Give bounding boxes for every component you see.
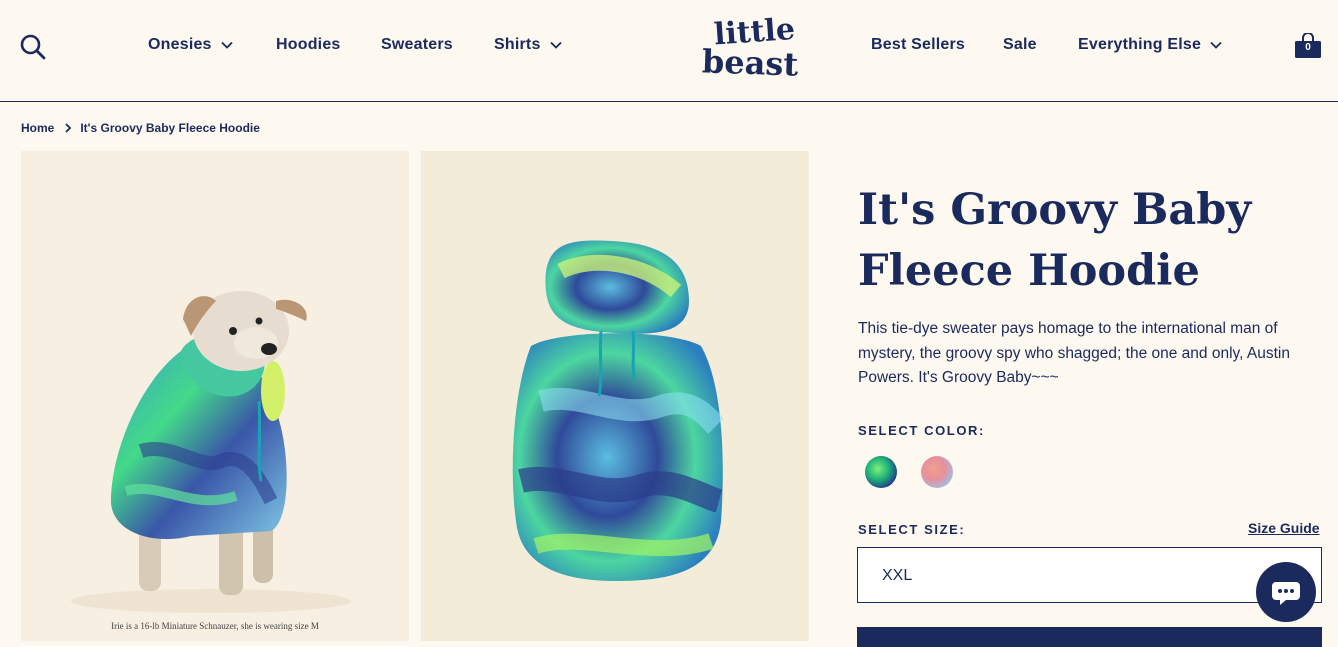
add-to-cart-button[interactable] xyxy=(857,627,1322,647)
breadcrumb-home[interactable]: Home xyxy=(21,121,54,135)
select-color-label: SELECT COLOR: xyxy=(858,423,985,438)
color-swatch-blue-green[interactable] xyxy=(865,456,897,488)
chat-button[interactable] xyxy=(1256,562,1316,622)
cart-count: 0 xyxy=(1305,42,1311,53)
chevron-down-icon xyxy=(549,41,562,49)
chevron-down-icon xyxy=(221,41,233,49)
nav-everything-else[interactable]: Everything Else xyxy=(1078,36,1222,54)
color-swatch-pink-blue[interactable] xyxy=(921,456,953,488)
product-image-hoodie[interactable] xyxy=(421,151,809,641)
nav-hoodies[interactable]: Hoodies xyxy=(276,36,341,54)
chevron-down-icon xyxy=(1210,41,1222,49)
site-header: Onesies Hoodies Sweaters Shirts little b… xyxy=(0,0,1338,102)
logo-bottom-text: beast xyxy=(701,42,799,80)
breadcrumb-current: It's Groovy Baby Fleece Hoodie xyxy=(80,121,260,135)
breadcrumb: Home It's Groovy Baby Fleece Hoodie xyxy=(21,121,260,135)
size-select[interactable]: XXL xyxy=(857,547,1322,603)
nav-onesies-label: Onesies xyxy=(148,36,212,53)
little-beast-logo[interactable]: little beast xyxy=(700,12,804,80)
nav-sweaters-label: Sweaters xyxy=(381,36,453,53)
size-guide-link[interactable]: Size Guide xyxy=(1248,520,1320,536)
product-image-dog[interactable]: Irie is a 16-lb Miniature Schnauzer, she… xyxy=(21,151,409,641)
selected-size-value: XXL xyxy=(882,567,913,584)
nav-best-sellers-label: Best Sellers xyxy=(871,36,966,53)
chat-bubble-icon xyxy=(1272,582,1300,605)
search-icon[interactable] xyxy=(20,34,46,60)
chevron-right-icon xyxy=(65,123,72,133)
hoodie-photo xyxy=(512,240,724,581)
nav-onesies[interactable]: Onesies xyxy=(148,36,233,54)
nav-best-sellers[interactable]: Best Sellers xyxy=(871,36,965,54)
nav-everything-else-label: Everything Else xyxy=(1078,36,1202,53)
nav-shirts-label: Shirts xyxy=(494,36,541,53)
select-size-label: SELECT SIZE: xyxy=(858,522,966,537)
nav-sale[interactable]: Sale xyxy=(1003,36,1037,54)
product-description: This tie-dye sweater pays homage to the … xyxy=(858,320,1290,386)
image-caption: Irie is a 16-lb Miniature Schnauzer, she… xyxy=(111,621,319,631)
nav-sale-label: Sale xyxy=(1003,36,1037,53)
cart-button[interactable]: 0 xyxy=(1294,32,1322,59)
product-title: It's Groovy Baby Fleece Hoodie xyxy=(858,185,1252,296)
nav-sweaters[interactable]: Sweaters xyxy=(381,36,453,54)
dog-photo xyxy=(71,291,351,613)
nav-shirts[interactable]: Shirts xyxy=(494,36,562,54)
nav-hoodies-label: Hoodies xyxy=(276,36,341,53)
